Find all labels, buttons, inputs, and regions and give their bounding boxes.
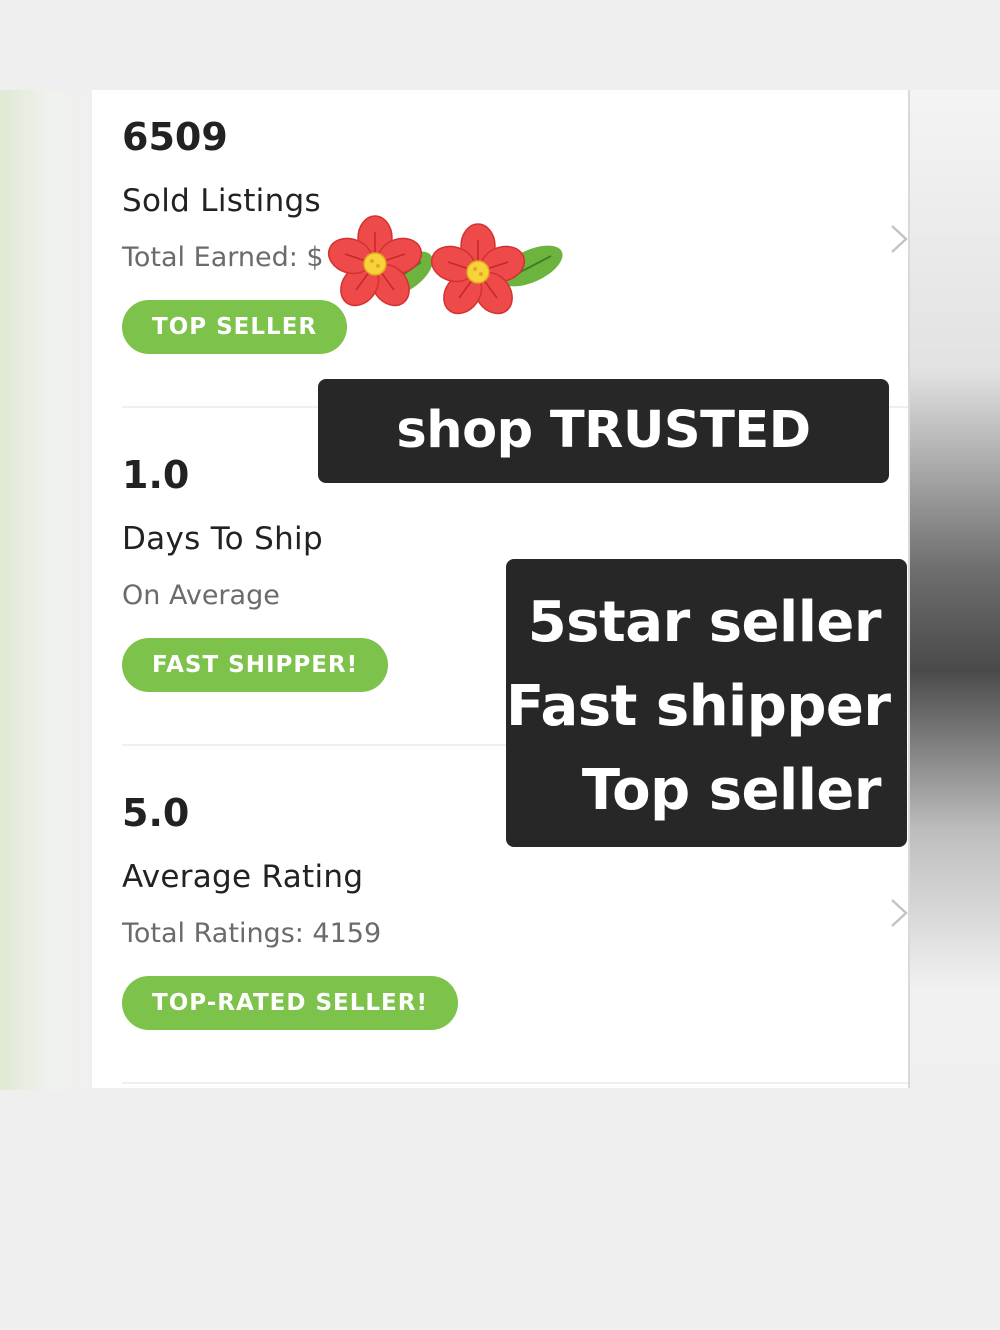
background-left-blur bbox=[0, 90, 92, 1090]
stat-title: Days To Ship bbox=[122, 521, 323, 557]
stat-subtitle: On Average bbox=[122, 580, 280, 611]
caption-line: Top seller bbox=[581, 758, 882, 823]
fast-shipper-badge: FAST SHIPPER! bbox=[122, 638, 389, 692]
stat-title: Average Rating bbox=[122, 859, 364, 895]
flower-sticker-icon bbox=[327, 215, 563, 315]
background-right-blur bbox=[910, 90, 1000, 1090]
stat-number: 6509 bbox=[122, 115, 228, 159]
stat-subtitle: Total Earned: $ bbox=[122, 242, 324, 273]
divider bbox=[122, 1082, 908, 1084]
seller-highlights-caption: 5star seller Fast shipper Top seller bbox=[506, 559, 907, 847]
stat-number: 1.0 bbox=[122, 453, 190, 497]
stat-title: Sold Listings bbox=[122, 183, 321, 219]
trusted-seller-caption: shop TRUSTED seller bbox=[318, 379, 889, 564]
top-seller-badge: TOP SELLER bbox=[122, 300, 348, 354]
chevron-right-icon[interactable] bbox=[888, 224, 910, 254]
caption-line: 5star seller bbox=[527, 590, 882, 655]
caption-line: Fast shipper bbox=[506, 674, 891, 739]
stat-number: 5.0 bbox=[122, 791, 190, 835]
top-rated-seller-badge: TOP-RATED SELLER! bbox=[122, 976, 458, 1030]
stat-subtitle: Total Ratings: 4159 bbox=[122, 918, 382, 949]
chevron-right-icon[interactable] bbox=[888, 898, 910, 928]
